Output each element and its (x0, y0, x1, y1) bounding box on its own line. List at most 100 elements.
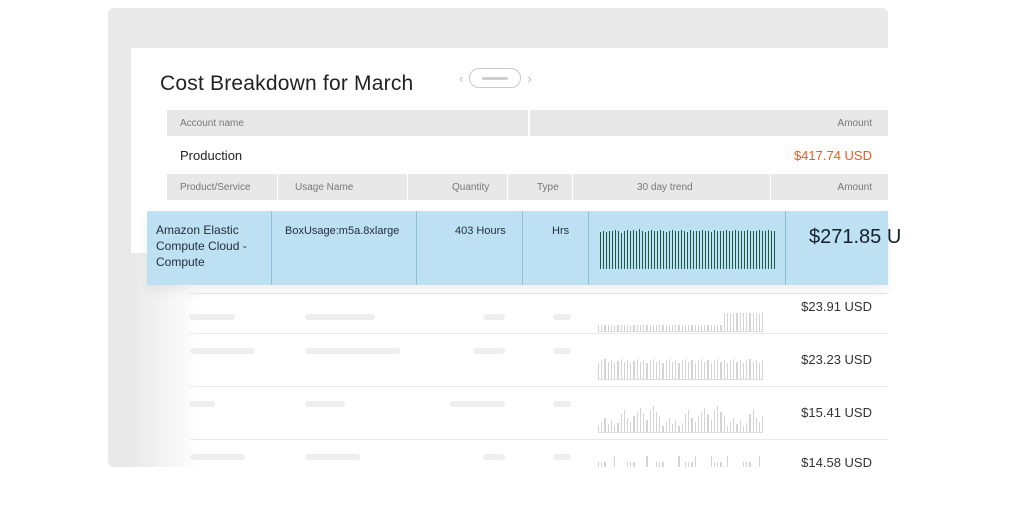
chevron-left-icon[interactable]: ‹ (459, 71, 463, 86)
trend-bar (639, 229, 640, 269)
trend-bar (610, 325, 613, 331)
trend-bar (752, 313, 754, 331)
placeholder-bar (483, 314, 505, 320)
trend-bar (672, 325, 674, 331)
trend-bar (723, 231, 724, 269)
trend-bar (659, 416, 661, 432)
trend-bar (626, 360, 629, 379)
trend-bar (643, 325, 645, 331)
trend-bar (746, 313, 748, 331)
trend-bar (617, 423, 619, 432)
trend-bar (651, 230, 652, 269)
column-divider (522, 211, 523, 285)
trend-bar (694, 363, 696, 379)
chevron-right-icon[interactable]: › (527, 71, 531, 86)
trend-bar (633, 325, 635, 331)
trend-bar (729, 313, 732, 331)
trend-bar (688, 462, 690, 467)
trend-bar (694, 325, 696, 331)
trend-bar (732, 231, 733, 269)
row-amount: $23.23 USD (801, 352, 872, 367)
trend-bar (655, 325, 658, 331)
column-divider (416, 211, 417, 285)
table-row[interactable]: $14.58 USD (190, 439, 888, 467)
placeholder-bar (553, 454, 571, 460)
trend-bar (601, 325, 603, 331)
trend-bar (691, 360, 693, 379)
trend-bar (678, 325, 680, 331)
trend-bar (733, 359, 735, 379)
account-amount-header[interactable]: Amount (838, 118, 872, 129)
trend-bar (630, 462, 632, 467)
trend-bar (691, 462, 693, 467)
placeholder-bar (450, 401, 505, 407)
product-service-header[interactable]: Product/Service (180, 182, 251, 193)
trend-bar (630, 363, 632, 379)
trend-bar (755, 418, 757, 432)
trend-bar (646, 325, 648, 331)
trend-bar (694, 422, 696, 432)
row-quantity: 403 Hours (455, 225, 506, 237)
trend-bar (746, 361, 748, 379)
trend-bar (717, 406, 719, 432)
trend-bar (749, 414, 751, 432)
trend-bar (684, 231, 685, 269)
trend-bar (691, 418, 693, 432)
trend-bar (765, 231, 766, 269)
trend-bar (741, 231, 742, 269)
trend-bar (717, 231, 718, 269)
trend-bar (688, 362, 690, 379)
trend-bar (684, 325, 687, 331)
trend-bar (633, 230, 634, 269)
trend-bar (620, 359, 622, 379)
trend-bar (739, 360, 741, 379)
table-row[interactable]: $15.41 USD (190, 386, 888, 438)
type-header[interactable]: Type (537, 182, 559, 193)
trend-bar (639, 408, 642, 432)
trend-bar (636, 325, 638, 331)
column-divider (407, 174, 408, 200)
trend-bar (633, 361, 635, 379)
trend-bar (726, 363, 728, 379)
trend-bar (659, 462, 661, 467)
trend-bar (755, 360, 757, 379)
trend-bar (623, 362, 625, 379)
trend-bar (655, 412, 658, 432)
account-row[interactable]: Production $417.74 USD (167, 144, 888, 168)
selected-table-row[interactable]: Amazon Elastic Compute Cloud - Compute B… (147, 211, 901, 285)
trend-bar (604, 359, 606, 379)
trend-bar (710, 363, 712, 379)
amount-header[interactable]: Amount (838, 182, 872, 193)
trend-bar (713, 325, 716, 331)
trend-bar (652, 325, 654, 331)
table-row[interactable]: $23.23 USD (190, 333, 888, 385)
trend-bar (643, 414, 645, 432)
trend-bar (759, 230, 760, 269)
trend-bar (746, 423, 748, 432)
trend-bar (630, 325, 632, 331)
trend-bar (726, 426, 728, 432)
trend-bar (604, 462, 606, 467)
trend-bar (614, 325, 616, 331)
placeholder-bar (483, 454, 505, 460)
usage-name-header[interactable]: Usage Name (295, 182, 353, 193)
trend-bar (702, 230, 703, 269)
date-pager: ‹ › (459, 68, 532, 88)
trend-bar (704, 325, 706, 331)
trend-bar (771, 231, 772, 269)
trend-bar (723, 313, 725, 331)
trend-bar (762, 231, 763, 269)
trend-bar (620, 325, 622, 331)
period-selector[interactable] (469, 68, 522, 88)
trend-bar (681, 325, 683, 331)
trend-bar (678, 426, 680, 432)
account-name-header[interactable]: Account name (180, 118, 244, 129)
trend-bar (710, 325, 712, 331)
trend-header[interactable]: 30 day trend (637, 182, 693, 193)
trend-bar (646, 363, 648, 379)
trend-bar (614, 426, 616, 432)
trend-bar (726, 313, 728, 331)
quantity-header[interactable]: Quantity (452, 182, 489, 193)
trend-bar (655, 362, 658, 379)
placeholder-bar (305, 314, 375, 320)
